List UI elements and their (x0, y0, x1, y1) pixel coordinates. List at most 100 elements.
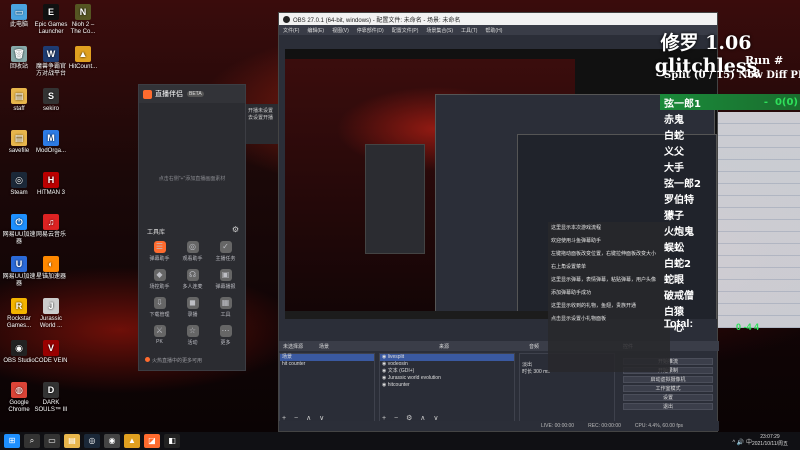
desktop-icon[interactable]: ◐ 星锚加速器 (34, 256, 68, 281)
tool-item[interactable]: ◼ 录播 (176, 297, 209, 318)
tool-item[interactable]: ☰ 弹幕助手 (143, 241, 176, 262)
tool-label: 更多 (220, 340, 231, 346)
taskbar-app-icon[interactable]: ◉ (104, 434, 120, 448)
split-name: 弦一郎2 (664, 178, 701, 190)
obs-titlebar[interactable]: OBS 27.0.1 (64-bit, windows) - 配置文件: 未命名… (279, 13, 717, 25)
desktop-icon[interactable]: V CODE VEIN (34, 340, 68, 365)
menu-item[interactable]: 场景集合(S) (426, 27, 453, 34)
overlay-note: 添加弹幕助手成功 (551, 290, 592, 296)
strip-line-2[interactable]: 去设置开播 (248, 114, 278, 121)
control-button[interactable]: 设置 (623, 394, 713, 401)
split-row: 白猿 (660, 302, 800, 318)
source-item[interactable]: ◉ 文本 (GDI+) (380, 368, 514, 375)
menu-item[interactable]: 编辑(E) (307, 27, 324, 34)
tool-icon: ▦ (219, 297, 232, 309)
desktop-icon[interactable]: M ModOrga... (34, 130, 68, 155)
source-item[interactable]: ◉ hitcounter (380, 382, 514, 389)
tool-item[interactable]: ◆ 场控助手 (143, 269, 176, 290)
control-button[interactable]: 工作室模式 (623, 385, 713, 392)
tool-item[interactable]: ◎ 观看助手 (176, 241, 209, 262)
taskbar-app-icon[interactable]: ▲ (124, 434, 140, 448)
desktop-icon[interactable]: U 网易UU加速器 (2, 256, 36, 288)
preview-assistant (365, 144, 425, 254)
tool-item[interactable]: ⇩ 下载管理 (143, 297, 176, 318)
menu-item[interactable]: 文件(F) (283, 27, 299, 34)
desktop-icon[interactable]: ◎ Steam (2, 172, 36, 197)
livesplit-sheet-values: 0 -4 4 (736, 322, 760, 332)
clock[interactable]: 23:07:29 2021/10/11/周五 (752, 434, 788, 448)
menu-item[interactable]: 配置文件(P) (392, 27, 419, 34)
system-tray[interactable]: ^ 🔊 中 (732, 437, 752, 446)
tool-item[interactable]: ▣ 弹幕播报 (209, 269, 242, 290)
taskbar-app-icon[interactable]: ◧ (164, 434, 180, 448)
source-item[interactable]: ◉ livesplit (380, 354, 514, 361)
menu-item[interactable]: 工具(T) (461, 27, 477, 34)
menu-item[interactable]: 视图(V) (332, 27, 349, 34)
tool-item[interactable]: ▦ 工具 (209, 297, 242, 318)
desktop-icon-label: 回收站 (9, 64, 28, 70)
desktop-icon-label: Steam (10, 190, 28, 196)
tool-label: 活动 (187, 340, 198, 346)
tool-item[interactable]: ⋯ 更多 (209, 325, 242, 346)
source-name: hitcounter (387, 382, 410, 388)
app-icon: R (11, 298, 27, 314)
split-row: 弦一郎2 (660, 174, 800, 190)
taskbar-app-icon[interactable]: ◎ (84, 434, 100, 448)
taskbar-app-icon[interactable]: ▤ (64, 434, 80, 448)
desktop-icon[interactable]: D DARK SOULS™ III (34, 382, 68, 414)
desktop-icon[interactable]: Ssekiro (34, 88, 68, 113)
desktop-icon[interactable]: ♫ 网易云音乐 (34, 214, 68, 239)
desktop-icon[interactable]: E Epic Games Launcher (34, 4, 68, 36)
desktop-icon[interactable]: ⏻ 网易UU加速器 (2, 214, 36, 246)
desktop-icon[interactable]: ▲ HitCount... (66, 46, 100, 71)
scenes-dock[interactable]: 场景 hit counter + − ∧ ∨ (279, 353, 375, 425)
tool-icon: ◆ (153, 269, 166, 281)
desktop-icon-label: OBS Studio (3, 358, 35, 364)
scene-item[interactable]: 场景 (280, 354, 374, 361)
taskbar-app-icon[interactable]: ⌕ (24, 434, 40, 448)
tool-label: 场控助手 (149, 284, 170, 290)
desktop-icon[interactable]: W 魔兽争霸官方对战平台 (34, 46, 68, 78)
split-row: 蛇眼 (660, 270, 800, 286)
live-dot-icon (145, 357, 150, 362)
desktop-icon[interactable]: R Rockstar Games... (2, 298, 36, 330)
desktop-icon[interactable]: J Jurassic World ... (34, 298, 68, 330)
tools-label: 工具库 (147, 230, 166, 236)
desktop-icon-label: Jurassic World ... (39, 316, 63, 329)
desktop-icon-label: 网易UU加速器 (2, 232, 36, 245)
taskbar-app-icon[interactable]: ◪ (144, 434, 160, 448)
overlay-note: 这里显示收到的礼物，鱼翅，贵族开通 (551, 303, 637, 309)
source-item[interactable]: ◉ Jurassic world evolution (380, 375, 514, 382)
tool-item[interactable]: ☊ 多人连麦 (176, 269, 209, 290)
split-row: 破戒僧 (660, 286, 800, 302)
scene-item[interactable]: hit counter (280, 361, 374, 368)
desktop-icon[interactable]: ◍ Google Chrome (2, 382, 36, 414)
desktop-icon[interactable]: ▤ staff (2, 88, 36, 113)
desktop-icon[interactable]: H HITMAN 3 (34, 172, 68, 197)
taskbar-app-icon[interactable]: ▭ (44, 434, 60, 448)
danmaku-overlay[interactable]: 这里显示本次游戏流程 欢迎使用斗鱼弹幕助手 左键拖动面板改变位置，右键拉伸面板改变大… (548, 222, 670, 372)
menu-item[interactable]: 帮助(H) (485, 27, 502, 34)
live-assistant-window[interactable]: 直播伴侣 BETA 点击右侧"+"添加直播画面素材 工具库 ⚙ ☰ 弹幕助手 ◎ 观看… (138, 84, 246, 371)
source-name: Jurassic world evolution (387, 375, 441, 381)
desktop-icon[interactable]: ▭ 此电脑 (2, 4, 36, 29)
source-item[interactable]: ◉ vodeosin (380, 361, 514, 368)
desktop-icon[interactable]: N Nioh 2 – The Co... (66, 4, 100, 36)
control-button[interactable]: 退出 (623, 403, 713, 410)
desktop-icon[interactable]: 🗑 回收站 (2, 46, 36, 71)
tool-item[interactable]: ✓ 主播任务 (209, 241, 242, 262)
taskbar-app-icon[interactable]: ⊞ (4, 434, 20, 448)
tool-label: 弹幕助手 (149, 256, 170, 262)
split-row: 赤鬼 (660, 110, 800, 126)
gear-icon[interactable]: ⚙ (232, 225, 239, 234)
app-icon: 🗑 (11, 46, 27, 62)
menu-item[interactable]: 停靠部件(D) (357, 27, 384, 34)
desktop-icon[interactable]: ◉ OBS Studio (2, 340, 36, 365)
tool-item[interactable]: ⚔ PK (143, 325, 176, 346)
split-name: 白蛇 (664, 130, 684, 142)
control-button[interactable]: 启动虚拟摄像机 (623, 376, 713, 383)
tool-item[interactable]: ☆ 活动 (176, 325, 209, 346)
desktop-icon[interactable]: ▤ savefile (2, 130, 36, 155)
desktop-icon-label: Google Chrome (8, 400, 30, 413)
sources-dock[interactable]: ◉ livesplit ◉ vodeosin ◉ 文本 (GDI+) ◉ Jurass… (379, 353, 515, 425)
